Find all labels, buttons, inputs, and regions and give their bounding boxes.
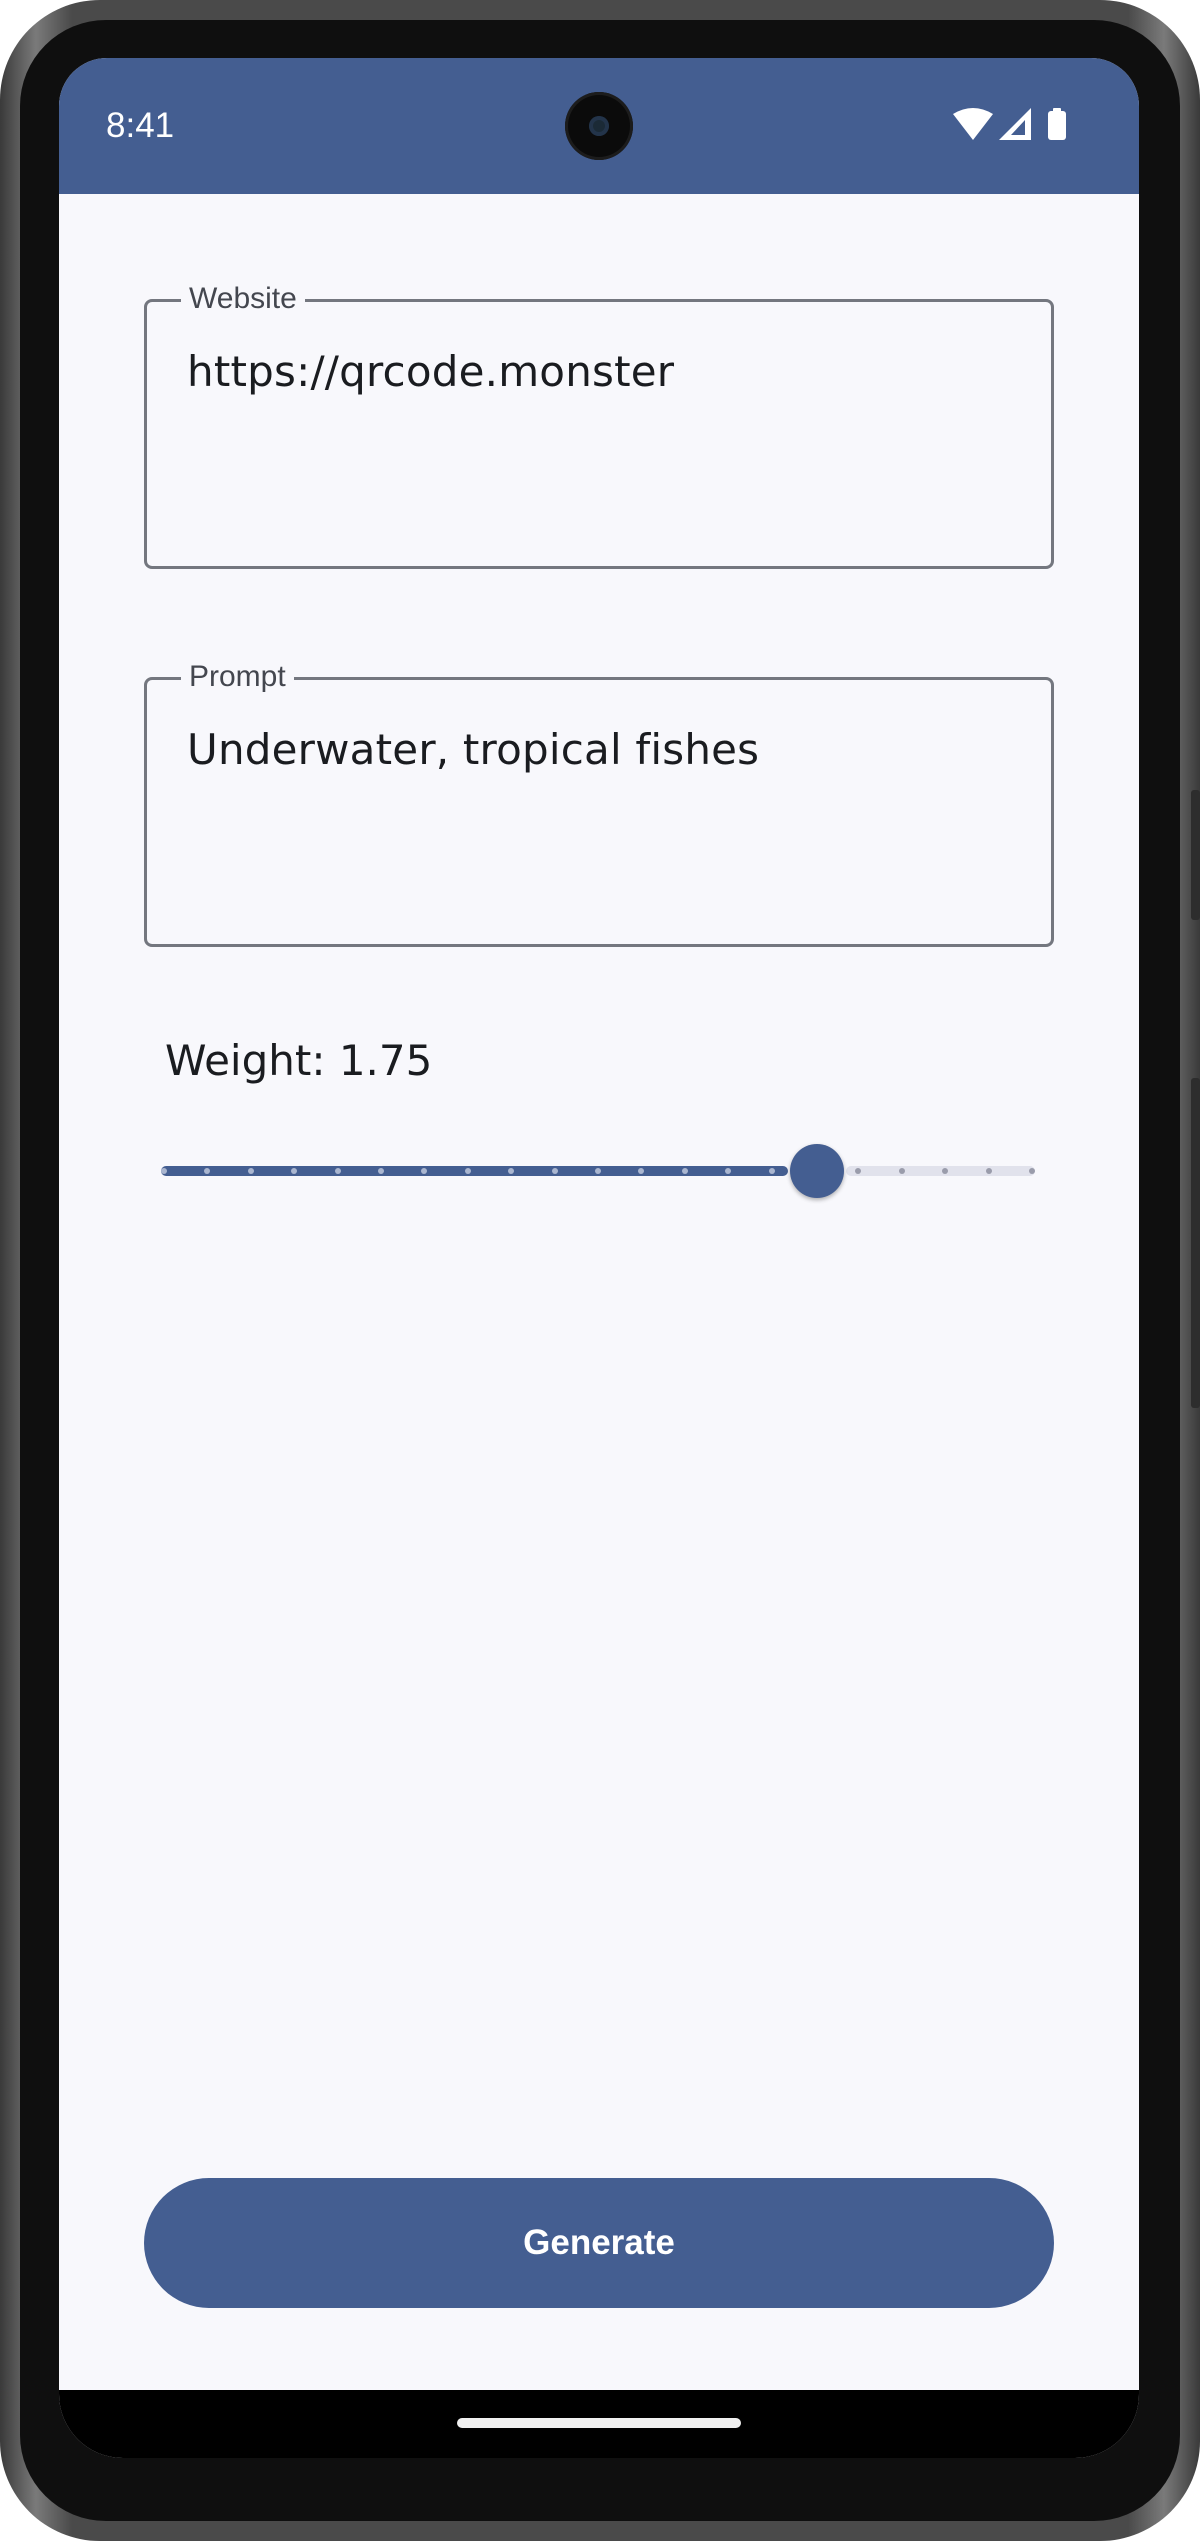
- website-field[interactable]: Website https://qrcode.monster: [144, 280, 1054, 569]
- battery-icon: [1048, 108, 1066, 140]
- slider-track-inactive: [846, 1166, 1035, 1176]
- prompt-field[interactable]: Prompt Underwater, tropical fishes: [144, 658, 1054, 947]
- slider-tick: [1029, 1168, 1035, 1174]
- camera-lens: [589, 116, 609, 136]
- slider-track-active: [161, 1166, 788, 1176]
- slider-thumb[interactable]: [790, 1144, 844, 1198]
- website-field-label: Website: [181, 280, 305, 318]
- weight-label: Weight: 1.75: [165, 1036, 433, 1085]
- navigation-bar: [59, 2390, 1139, 2458]
- weight-slider[interactable]: [161, 1136, 1035, 1208]
- prompt-input-value[interactable]: Underwater, tropical fishes: [187, 724, 759, 776]
- wifi-icon: [953, 108, 993, 140]
- slider-tick: [681, 1168, 688, 1174]
- slider-tick: [768, 1168, 775, 1174]
- prompt-field-label: Prompt: [181, 658, 294, 696]
- status-time: 8:41: [106, 106, 175, 145]
- status-bar: 8:41: [59, 58, 1139, 194]
- slider-tick: [161, 1168, 167, 1174]
- power-button: [1191, 790, 1200, 920]
- generate-button[interactable]: Generate: [144, 2178, 1054, 2308]
- slider-tick: [985, 1168, 992, 1174]
- slider-tick: [898, 1168, 905, 1174]
- slider-tick: [247, 1168, 254, 1174]
- slider-tick: [378, 1168, 384, 1174]
- slider-tick: [334, 1168, 341, 1174]
- slider-tick: [551, 1168, 558, 1174]
- slider-tick: [595, 1168, 601, 1174]
- website-input-value[interactable]: https://qrcode.monster: [187, 346, 674, 398]
- cellular-signal-icon: [999, 108, 1031, 140]
- slider-tick: [464, 1168, 471, 1174]
- front-camera: [565, 92, 633, 160]
- app-screen: 8:41 Website https://qrcode.monster Prom…: [59, 58, 1139, 2458]
- status-icons: [953, 108, 1075, 144]
- volume-button: [1191, 1078, 1200, 1408]
- home-gesture-handle[interactable]: [457, 2418, 741, 2428]
